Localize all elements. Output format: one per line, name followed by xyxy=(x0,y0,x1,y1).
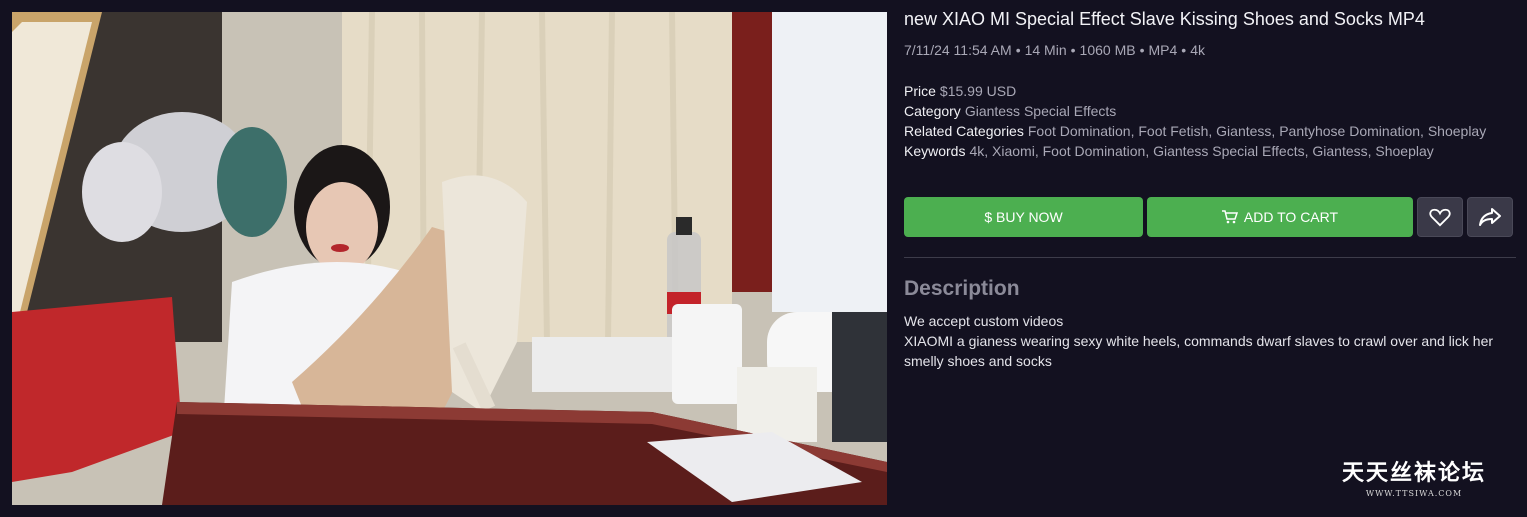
add-to-cart-label: ADD TO CART xyxy=(1243,209,1339,225)
buy-now-label: $ BUY NOW xyxy=(984,209,1063,225)
site-watermark: 天天丝袜论坛 WWW.TTSIWA.COM xyxy=(1334,455,1494,498)
buy-now-button[interactable]: $ BUY NOW xyxy=(904,197,1143,237)
meta-size: 1060 MB xyxy=(1079,42,1136,58)
meta-datetime: 7/11/24 11:54 AM xyxy=(904,42,1012,58)
section-divider xyxy=(904,257,1516,258)
product-title: new XIAO MI Special Effect Slave Kissing… xyxy=(904,9,1425,29)
product-preview-image[interactable] xyxy=(12,12,887,505)
category-label: Category xyxy=(904,103,961,119)
meta-separator: • xyxy=(1181,42,1187,58)
price-value: $15.99 USD xyxy=(939,83,1017,99)
category-link[interactable]: Giantess Special Effects xyxy=(965,103,1116,119)
heart-icon xyxy=(1429,208,1451,227)
watermark-url: WWW.TTSIWA.COM xyxy=(1365,489,1463,498)
product-details: Price $15.99 USD Category Giantess Special… xyxy=(904,81,1516,161)
keywords-row: Keywords 4k, Xiaomi, Foot Domination, Gia… xyxy=(904,141,1516,161)
related-categories-links[interactable]: Foot Domination, Foot Fetish, Giantess, … xyxy=(1028,123,1486,139)
product-page: new XIAO MI Special Effect Slave Kissing… xyxy=(0,0,1527,517)
price-label: Price xyxy=(904,83,936,99)
meta-separator: • xyxy=(1015,42,1021,58)
add-to-cart-button[interactable]: ADD TO CART xyxy=(1147,197,1413,237)
share-button[interactable] xyxy=(1467,197,1513,237)
meta-separator: • xyxy=(1139,42,1145,58)
watermark-text: 天天丝袜论坛 xyxy=(1341,460,1486,486)
keywords-label: Keywords xyxy=(904,143,966,159)
favorite-button[interactable] xyxy=(1417,197,1463,237)
related-categories-row: Related Categories Foot Domination, Foot … xyxy=(904,121,1516,141)
meta-resolution: 4k xyxy=(1190,42,1205,58)
meta-format: MP4 xyxy=(1148,42,1178,58)
product-meta: 7/11/24 11:54 AM • 14 Min • 1060 MB • MP4 • 4k xyxy=(904,42,1205,58)
meta-duration: 14 Min xyxy=(1024,42,1067,58)
description-body: We accept custom videos XIAOMI a gianess… xyxy=(904,311,1516,371)
meta-separator: • xyxy=(1070,42,1076,58)
preview-scene xyxy=(12,12,887,505)
related-categories-label: Related Categories xyxy=(904,123,1024,139)
description-line: We accept custom videos xyxy=(904,313,1064,329)
keywords-links[interactable]: 4k, Xiaomi, Foot Domination, Giantess Sp… xyxy=(969,143,1433,159)
cart-icon xyxy=(1221,210,1238,224)
description-heading: Description xyxy=(904,277,1020,300)
description-line: XIAOMI a gianess wearing sexy white heel… xyxy=(904,333,1494,369)
purchase-actions: $ BUY NOW ADD TO CART xyxy=(904,197,1516,237)
category-row: Category Giantess Special Effects xyxy=(904,101,1516,121)
price-row: Price $15.99 USD xyxy=(904,81,1516,101)
share-icon xyxy=(1479,208,1501,226)
